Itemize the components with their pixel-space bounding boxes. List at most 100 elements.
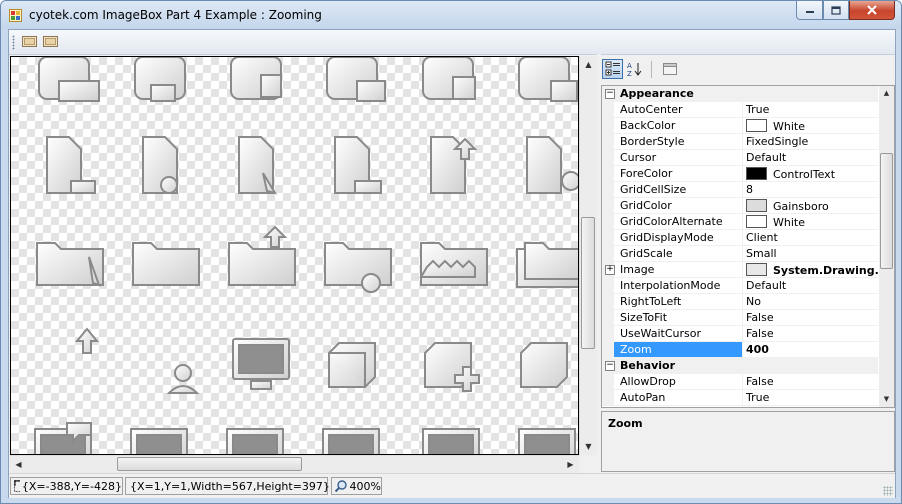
image-box[interactable]: [10, 56, 579, 455]
property-list-scrollbar[interactable]: ▲ ▼: [879, 86, 894, 407]
property-row-griddisplaymode[interactable]: GridDisplayMode Client: [602, 230, 878, 246]
property-name: GridColorAlternate: [620, 215, 723, 228]
status-selection: {X=1,Y=1,Width=567,Height=397}: [125, 477, 330, 495]
close-button[interactable]: [849, 1, 895, 20]
row-gutter: [602, 134, 614, 150]
property-value: White: [746, 215, 880, 229]
property-row-borderstyle[interactable]: BorderStyle FixedSingle: [602, 134, 878, 150]
property-list: − Appearance AutoCenter True BackColor White B…: [601, 85, 895, 408]
property-row-gridcoloralternate[interactable]: GridColorAlternate White: [602, 214, 878, 230]
size-grip[interactable]: [883, 486, 893, 496]
horizontal-scroll-thumb[interactable]: [117, 457, 302, 471]
scroll-right-icon[interactable]: ▶: [562, 456, 579, 473]
property-name: GridScale: [620, 247, 673, 260]
title-bar[interactable]: cyotek.com ImageBox Part 4 Example : Zoo…: [1, 1, 901, 29]
zoomed-image: [34, 57, 578, 454]
property-name: GridColor: [620, 199, 672, 212]
image-horizontal-scrollbar[interactable]: ◀ ▶: [10, 455, 579, 473]
property-value: 8: [746, 183, 880, 196]
close-icon: [867, 5, 877, 15]
property-row-gridcolor[interactable]: GridColor Gainsboro: [602, 198, 878, 214]
property-value: Default: [746, 279, 880, 292]
image-vertical-scrollbar[interactable]: ▲ ▼: [579, 56, 597, 455]
property-pages-icon: [662, 63, 677, 75]
property-row-backcolor[interactable]: BackColor White: [602, 118, 878, 134]
vertical-scroll-thumb[interactable]: [581, 217, 595, 349]
row-gutter: [602, 230, 614, 246]
categorized-icon: [605, 61, 620, 76]
property-row-forecolor[interactable]: ForeColor ControlText: [602, 166, 878, 182]
image-frame-icon[interactable]: [21, 34, 38, 49]
property-name: SizeToFit: [620, 311, 668, 324]
collapse-icon[interactable]: −: [605, 89, 615, 99]
maximize-button[interactable]: [823, 1, 849, 20]
color-swatch: [746, 215, 767, 228]
color-swatch: [746, 167, 767, 180]
category-behavior[interactable]: − Behavior: [602, 358, 878, 374]
category-appearance[interactable]: − Appearance: [602, 86, 878, 102]
property-value-text: Gainsboro: [773, 200, 829, 213]
categorized-button[interactable]: [602, 59, 623, 79]
property-row-allowdrop[interactable]: AllowDrop False: [602, 374, 878, 390]
property-name: Zoom: [620, 343, 652, 356]
row-gutter: [602, 118, 614, 134]
magnifier-icon: [334, 480, 347, 493]
row-gutter: [602, 246, 614, 262]
property-row-interpolationmode[interactable]: InterpolationMode Default: [602, 278, 878, 294]
row-gutter: [602, 310, 614, 326]
property-row-righttoleft[interactable]: RightToLeft No: [602, 294, 878, 310]
property-row-gridcellsize[interactable]: GridCellSize 8: [602, 182, 878, 198]
app-window: cyotek.com ImageBox Part 4 Example : Zoo…: [0, 0, 902, 504]
property-row-usewaitcursor[interactable]: UseWaitCursor False: [602, 326, 878, 342]
property-row-image[interactable]: + Image System.Drawing.Bit: [602, 262, 880, 278]
property-value-text: True: [746, 103, 770, 116]
property-pages-button[interactable]: [659, 59, 680, 79]
property-name: InterpolationMode: [620, 279, 721, 292]
sort-alphabetical-icon: A Z: [627, 62, 641, 77]
row-gutter: [602, 294, 614, 310]
property-value: White: [746, 119, 880, 133]
document-icon: [46, 136, 578, 195]
property-help-pane: Zoom: [601, 411, 895, 472]
row-gutter: [602, 214, 614, 230]
client-area: ▲ ▼ ◀ ▶ A Z − Appearance AutoCenter True…: [8, 29, 896, 498]
alphabetical-button[interactable]: A Z: [624, 59, 645, 79]
property-row-autopan[interactable]: AutoPan True: [602, 390, 878, 406]
window-title: cyotek.com ImageBox Part 4 Example : Zoo…: [29, 8, 322, 22]
row-gutter: +: [602, 262, 615, 278]
toolbar-separator: [651, 61, 652, 78]
scroll-up-icon[interactable]: ▲: [879, 86, 894, 101]
property-value-text: Default: [746, 279, 787, 292]
scroll-up-icon[interactable]: ▲: [580, 56, 597, 73]
scroll-left-icon[interactable]: ◀: [10, 456, 27, 473]
help-title: Zoom: [608, 417, 643, 430]
property-row-zoom[interactable]: Zoom 400: [602, 342, 878, 358]
property-value: False: [746, 311, 880, 324]
property-value-text: FixedSingle: [746, 135, 809, 148]
scroll-down-icon[interactable]: ▼: [580, 438, 597, 455]
caption-buttons: [796, 1, 895, 21]
property-grid: A Z − Appearance AutoCenter True BackColor Wh…: [601, 56, 895, 472]
property-row-sizetofit[interactable]: SizeToFit False: [602, 310, 878, 326]
collapse-icon[interactable]: −: [605, 361, 615, 371]
property-row-autocenter[interactable]: AutoCenter True: [602, 102, 878, 118]
status-bar: {X=-388,Y=-428} {X=1,Y=1,Width=567,Heigh…: [9, 473, 895, 498]
toolbar-grip[interactable]: [12, 35, 15, 50]
minimize-button[interactable]: [796, 1, 823, 20]
property-row-gridscale[interactable]: GridScale Small: [602, 246, 878, 262]
folder-icon: [36, 225, 578, 293]
property-row-cursor[interactable]: Cursor Default: [602, 150, 878, 166]
image-frame-icon[interactable]: [42, 34, 59, 49]
status-cursor-position: {X=-388,Y=-428}: [10, 477, 123, 495]
selection-text: {X=1,Y=1,Width=567,Height=397}: [130, 479, 330, 493]
svg-text:Z: Z: [627, 70, 632, 77]
property-value-text: True: [746, 391, 770, 404]
property-value-text: Client: [746, 231, 778, 244]
category-label: Appearance: [620, 87, 694, 100]
property-value: Small: [746, 247, 880, 260]
property-scroll-thumb[interactable]: [880, 153, 893, 269]
row-gutter: [602, 390, 614, 406]
property-value: Gainsboro: [746, 199, 880, 213]
scroll-down-icon[interactable]: ▼: [879, 392, 894, 407]
property-name: RightToLeft: [620, 295, 682, 308]
